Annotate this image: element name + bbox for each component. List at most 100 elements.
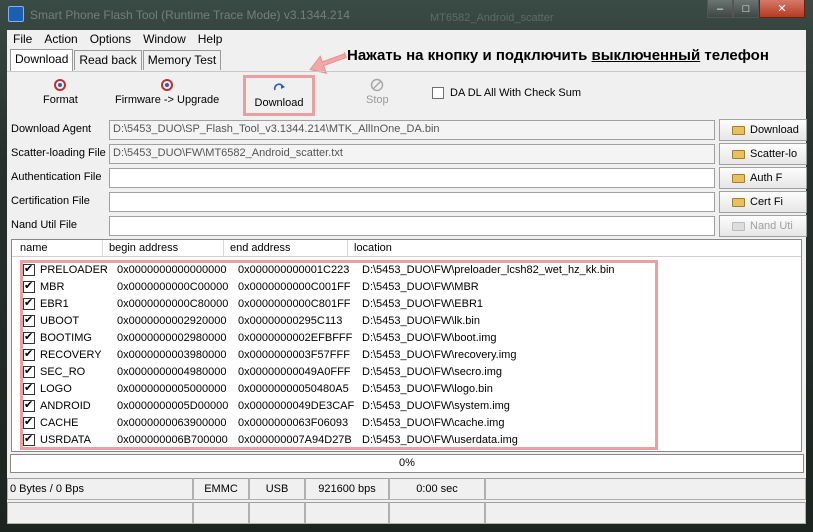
row-checkbox[interactable] bbox=[23, 398, 35, 412]
stop-icon bbox=[371, 78, 384, 92]
menu-file[interactable]: File bbox=[7, 30, 38, 49]
maximize-button[interactable]: □ bbox=[733, 0, 759, 18]
folder-icon bbox=[732, 173, 745, 183]
da-checksum-checkbox[interactable]: DA DL All With Check Sum bbox=[432, 87, 581, 99]
format-button[interactable]: Format bbox=[43, 78, 78, 106]
header-begin-address[interactable]: begin address bbox=[109, 242, 178, 254]
header-separator[interactable] bbox=[223, 240, 224, 257]
folder-icon bbox=[732, 149, 745, 159]
tab-memory-test[interactable]: Memory Test bbox=[142, 50, 222, 70]
row-begin-address: 0x0000000005000000 bbox=[117, 383, 227, 395]
table-row[interactable]: CACHE 0x0000000063900000 0x0000000063F0609… bbox=[23, 415, 653, 432]
table-row[interactable]: RECOVERY 0x0000000003980000 0x0000000003F5… bbox=[23, 347, 653, 364]
nand-util-file-field[interactable] bbox=[109, 216, 715, 236]
header-end-address[interactable]: end address bbox=[230, 242, 291, 254]
download-agent-button-label: Download bbox=[750, 124, 799, 136]
close-button[interactable]: ✕ bbox=[759, 0, 805, 18]
table-row[interactable]: EBR1 0x0000000000C80000 0x0000000000C801FF… bbox=[23, 296, 653, 313]
stop-button[interactable]: Stop bbox=[366, 78, 389, 106]
row-end-address: 0x000000000001C223 bbox=[238, 264, 350, 276]
table-row[interactable]: MBR 0x0000000000C00000 0x0000000000C001FF D… bbox=[23, 279, 653, 296]
partition-list-body: PRELOADER 0x0000000000000000 0x00000000000… bbox=[20, 260, 658, 450]
row-begin-address: 0x0000000002920000 bbox=[117, 315, 227, 327]
table-row[interactable]: SEC_RO 0x0000000004980000 0x00000000049A0F… bbox=[23, 364, 653, 381]
row-name: USRDATA bbox=[40, 434, 91, 446]
window-frame: Smart Phone Flash Tool (Runtime Trace Mo… bbox=[0, 0, 813, 532]
row-checkbox[interactable] bbox=[23, 262, 35, 276]
row-checkbox[interactable] bbox=[23, 313, 35, 327]
table-row[interactable]: USRDATA 0x000000006B700000 0x000000007A94D… bbox=[23, 432, 653, 449]
row-name: BOOTIMG bbox=[40, 332, 92, 344]
scatter-file-button[interactable]: Scatter-lo bbox=[719, 143, 807, 165]
table-row[interactable]: ANDROID 0x0000000005D00000 0x0000000049DE3… bbox=[23, 398, 653, 415]
menu-window[interactable]: Window bbox=[137, 30, 192, 49]
title-bar[interactable]: Smart Phone Flash Tool (Runtime Trace Mo… bbox=[0, 0, 813, 30]
status-bar: 0 Bytes / 0 Bps EMMC USB 921600 bps 0:00… bbox=[7, 478, 806, 500]
row-checkbox[interactable] bbox=[23, 296, 35, 310]
menu-action[interactable]: Action bbox=[38, 30, 83, 49]
app-icon bbox=[8, 6, 24, 22]
da-checksum-box[interactable] bbox=[432, 87, 444, 99]
nand-util-file-row: Nand Util File Nand Uti bbox=[7, 215, 807, 237]
status-time: 0:00 sec bbox=[389, 478, 485, 500]
nand-util-file-button[interactable]: Nand Uti bbox=[719, 215, 807, 237]
table-row[interactable]: LOGO 0x0000000005000000 0x00000000050480A5… bbox=[23, 381, 653, 398]
format-label: Format bbox=[43, 94, 78, 106]
scatter-file-field[interactable]: D:\5453_DUO\FW\MT6582_Android_scatter.tx… bbox=[109, 144, 715, 164]
list-header: name begin address end address location bbox=[12, 240, 801, 257]
tab-download[interactable]: Download bbox=[10, 49, 74, 71]
download-button[interactable]: Download bbox=[243, 75, 315, 116]
row-location: D:\5453_DUO\FW\EBR1 bbox=[362, 298, 484, 310]
status-transfer: 0 Bytes / 0 Bps bbox=[7, 478, 193, 500]
table-row[interactable]: PRELOADER 0x0000000000000000 0x00000000000… bbox=[23, 262, 653, 279]
header-name[interactable]: name bbox=[20, 242, 48, 254]
row-location: D:\5453_DUO\FW\logo.bin bbox=[362, 383, 493, 395]
tab-read-back[interactable]: Read back bbox=[74, 50, 142, 70]
row-begin-address: 0x0000000000C80000 bbox=[117, 298, 229, 310]
download-agent-button[interactable]: Download bbox=[719, 119, 807, 141]
auth-file-button[interactable]: Auth F bbox=[719, 167, 807, 189]
download-agent-field[interactable]: D:\5453_DUO\SP_Flash_Tool_v3.1344.214\MT… bbox=[109, 120, 715, 140]
progress-bar: 0% bbox=[10, 454, 804, 473]
status-bar-lower bbox=[7, 502, 806, 524]
table-row[interactable]: BOOTIMG 0x0000000002980000 0x0000000002EFB… bbox=[23, 330, 653, 347]
row-name: RECOVERY bbox=[40, 349, 102, 361]
header-separator[interactable] bbox=[102, 240, 103, 257]
row-checkbox[interactable] bbox=[23, 364, 35, 378]
header-separator[interactable] bbox=[347, 240, 348, 257]
folder-icon bbox=[732, 221, 745, 231]
row-end-address: 0x0000000049DE3CAF bbox=[238, 400, 355, 412]
window-title: Smart Phone Flash Tool (Runtime Trace Mo… bbox=[30, 8, 350, 22]
nand-util-file-label: Nand Util File bbox=[11, 219, 78, 231]
status-lower-cell bbox=[485, 502, 806, 524]
partition-list[interactable]: name begin address end address location … bbox=[11, 239, 802, 452]
auth-file-field[interactable] bbox=[109, 168, 715, 188]
row-name: SEC_RO bbox=[40, 366, 86, 378]
row-location: D:\5453_DUO\FW\cache.img bbox=[362, 417, 505, 429]
row-checkbox[interactable] bbox=[23, 279, 35, 293]
cert-file-field[interactable] bbox=[109, 192, 715, 212]
download-agent-label: Download Agent bbox=[11, 123, 92, 135]
row-checkbox[interactable] bbox=[23, 330, 35, 344]
status-empty bbox=[485, 478, 806, 500]
minimize-button[interactable]: – bbox=[707, 0, 733, 18]
status-storage: EMMC bbox=[193, 478, 249, 500]
firmware-upgrade-label: Firmware -> Upgrade bbox=[115, 94, 220, 106]
menu-help[interactable]: Help bbox=[192, 30, 229, 49]
row-checkbox[interactable] bbox=[23, 415, 35, 429]
row-checkbox[interactable] bbox=[23, 347, 35, 361]
row-begin-address: 0x0000000063900000 bbox=[117, 417, 227, 429]
firmware-upgrade-button[interactable]: Firmware -> Upgrade bbox=[115, 78, 219, 106]
row-checkbox[interactable] bbox=[23, 381, 35, 395]
row-name: PRELOADER bbox=[40, 264, 108, 276]
cert-file-button[interactable]: Cert Fi bbox=[719, 191, 807, 213]
header-location[interactable]: location bbox=[354, 242, 392, 254]
table-row[interactable]: UBOOT 0x0000000002920000 0x00000000295C113… bbox=[23, 313, 653, 330]
row-checkbox[interactable] bbox=[23, 432, 35, 446]
row-location: D:\5453_DUO\FW\boot.img bbox=[362, 332, 497, 344]
menu-options[interactable]: Options bbox=[84, 30, 137, 49]
row-location: D:\5453_DUO\FW\userdata.img bbox=[362, 434, 518, 446]
status-port: USB bbox=[249, 478, 305, 500]
client-area: File Action Options Window Help Download… bbox=[7, 30, 807, 524]
status-lower-cell bbox=[249, 502, 305, 524]
